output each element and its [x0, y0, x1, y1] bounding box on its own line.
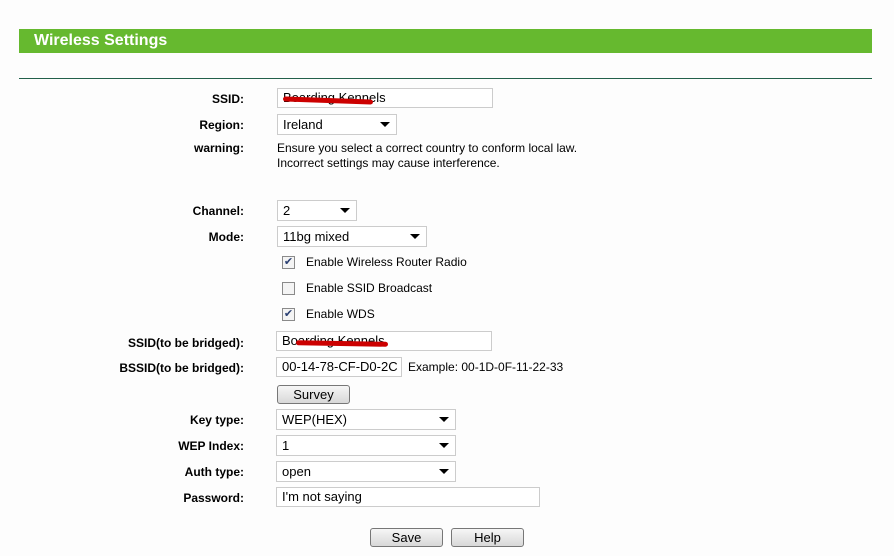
key-type-select[interactable]: WEP(HEX)	[276, 409, 456, 430]
channel-select[interactable]: 2	[277, 200, 357, 221]
chevron-down-icon	[439, 417, 449, 422]
enable-radio-label: Enable Wireless Router Radio	[306, 255, 467, 269]
channel-value: 2	[283, 203, 291, 218]
warning-label: warning:	[194, 141, 244, 155]
survey-button[interactable]: Survey	[277, 385, 350, 404]
bssid-example: Example: 00-1D-0F-11-22-33	[408, 360, 564, 374]
mode-label: Mode:	[208, 230, 244, 244]
warning-text-2: Incorrect settings may cause interferenc…	[277, 156, 500, 170]
save-button[interactable]: Save	[370, 528, 443, 547]
key-type-value: WEP(HEX)	[282, 412, 347, 427]
region-label: Region:	[199, 118, 244, 132]
bridged-bssid-value: 00-14-78-CF-D0-2C	[282, 359, 398, 374]
divider	[19, 78, 872, 79]
region-value: Ireland	[283, 117, 323, 132]
key-type-label: Key type:	[189, 413, 244, 427]
chevron-down-icon	[439, 469, 449, 474]
auth-type-select[interactable]: open	[276, 461, 456, 482]
chevron-down-icon	[340, 208, 350, 213]
page-title: Wireless Settings	[19, 29, 872, 53]
enable-wds-checkbox[interactable]: ✔	[282, 308, 295, 321]
enable-ssid-broadcast-label: Enable SSID Broadcast	[306, 281, 433, 295]
warning-text-1: Ensure you select a correct country to c…	[277, 141, 578, 155]
help-button[interactable]: Help	[451, 528, 524, 547]
mode-select[interactable]: 11bg mixed	[277, 226, 427, 247]
bridged-bssid-label: BSSID(to be bridged):	[119, 361, 244, 375]
wep-index-label: WEP Index:	[178, 439, 244, 453]
chevron-down-icon	[410, 234, 420, 239]
password-label: Password:	[183, 491, 244, 505]
password-value: I'm not saying	[282, 489, 362, 504]
password-input[interactable]: I'm not saying	[276, 487, 540, 507]
enable-radio-checkbox[interactable]: ✔	[282, 256, 295, 269]
region-select[interactable]: Ireland	[277, 114, 397, 135]
enable-wds-label: Enable WDS	[306, 307, 375, 321]
chevron-down-icon	[439, 443, 449, 448]
auth-type-label: Auth type:	[184, 465, 244, 479]
auth-type-value: open	[282, 464, 311, 479]
wep-index-select[interactable]: 1	[276, 435, 456, 456]
enable-ssid-broadcast-checkbox[interactable]	[282, 282, 295, 295]
ssid-label: SSID:	[211, 92, 244, 106]
wep-index-value: 1	[282, 438, 290, 453]
chevron-down-icon	[380, 122, 390, 127]
mode-value: 11bg mixed	[283, 229, 350, 244]
channel-label: Channel:	[192, 204, 244, 218]
bridged-bssid-input[interactable]: 00-14-78-CF-D0-2C	[276, 357, 402, 377]
bridged-ssid-label: SSID(to be bridged):	[128, 336, 244, 350]
